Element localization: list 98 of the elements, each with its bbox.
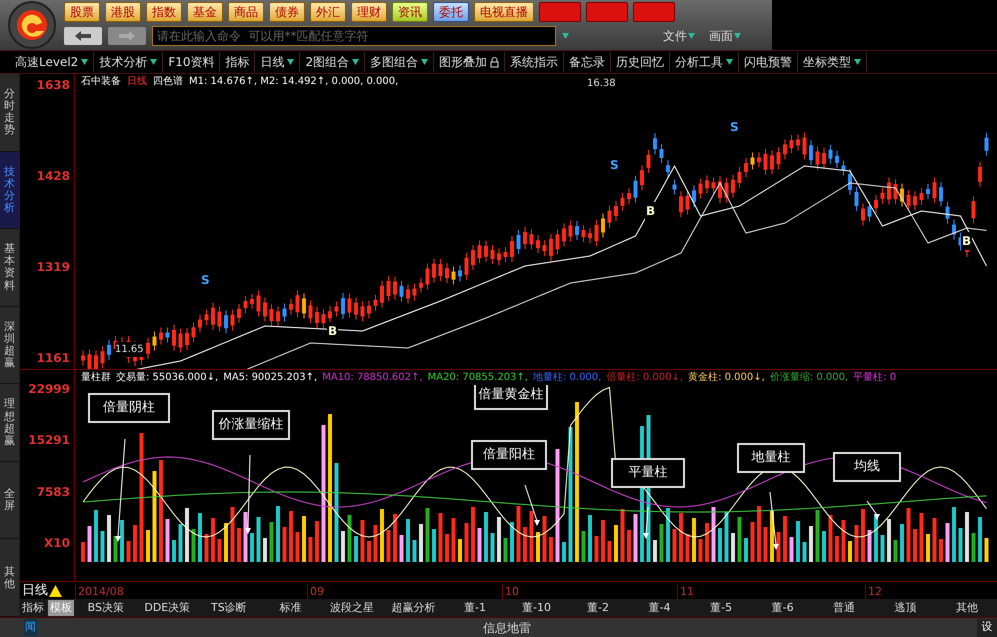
- indicator-tab[interactable]: TS诊断: [199, 600, 259, 616]
- toolbar-button[interactable]: 2图组合: [300, 52, 366, 72]
- price-axis-label: 1161: [36, 350, 70, 367]
- forward-arrow-icon: [119, 31, 135, 41]
- warning-triangle-icon: [49, 584, 62, 596]
- indicator-tab[interactable]: 普通: [814, 600, 874, 616]
- app-logo-icon[interactable]: [8, 1, 56, 49]
- news-button[interactable]: 闻: [24, 619, 37, 636]
- dropdown-arrow-icon: [734, 33, 741, 39]
- indicator-readout: 倍量柱: 0.000↓,: [606, 370, 684, 385]
- forward-button[interactable]: [108, 27, 146, 45]
- indicator-tab[interactable]: 指标: [20, 600, 46, 616]
- menu-button[interactable]: 资讯: [392, 2, 428, 22]
- menu-button[interactable]: 商品: [228, 2, 264, 22]
- signal-marker: B: [645, 202, 656, 220]
- status-text: 信息地雷: [482, 620, 532, 636]
- indicator-tab[interactable]: 超赢分析: [384, 600, 444, 616]
- price-axis-label: 1428: [36, 168, 70, 185]
- leader-line: [866, 500, 880, 520]
- indicator-readout: 日线: [127, 74, 147, 89]
- period-label: 日线: [22, 582, 48, 600]
- side-tab[interactable]: 深圳超赢: [0, 306, 19, 384]
- menu-button[interactable]: 港股: [105, 2, 141, 22]
- back-button[interactable]: [64, 27, 102, 45]
- command-input-field[interactable]: 请在此输入命令 可以用**匹配任意字符: [152, 26, 556, 46]
- price-label: 11.65: [115, 342, 144, 357]
- toolbar-button[interactable]: 分析工具: [670, 52, 740, 72]
- volume-axis-label: 22999: [28, 381, 70, 398]
- callout-label: 平量柱: [611, 458, 685, 488]
- indicator-readout: MA5: 90025.203↑,: [223, 371, 318, 385]
- dropdown-arrow-icon: [688, 33, 695, 39]
- toolbar-button[interactable]: 高速Level2: [10, 52, 94, 72]
- indicator-readout: MA10: 78850.602↑,: [322, 371, 423, 385]
- window-menu-button[interactable]: 画面: [709, 27, 741, 45]
- toolbar-button[interactable]: 历史回忆: [611, 52, 670, 72]
- indicator-readout: 石中装备: [81, 74, 121, 89]
- indicator-tab[interactable]: 逃顶: [876, 600, 936, 616]
- toolbar-button[interactable]: 系统指示: [505, 52, 564, 72]
- price-axis-label: 1638: [36, 77, 70, 94]
- menu-button[interactable]: 基金: [187, 2, 223, 22]
- indicator-readout: 四色谱: [153, 74, 183, 89]
- toolbar-button[interactable]: 日线: [255, 52, 300, 72]
- menu-button[interactable]: 电视直播: [474, 2, 534, 22]
- indicator-tab[interactable]: 标准: [260, 600, 320, 616]
- indicator-readout: M1: 14.676↑, M2: 14.492↑, 0.000, 0.000,: [189, 75, 398, 89]
- indicator-readout: 交易量: 55036.000↓,: [116, 370, 218, 385]
- indicator-tab[interactable]: 董-4: [630, 600, 690, 616]
- indicator-readout: 量柱群: [81, 370, 111, 385]
- leader-line: [643, 506, 649, 539]
- indicator-readout: 平量柱: 0: [853, 370, 896, 385]
- side-tab[interactable]: 理想超赢: [0, 384, 19, 462]
- shortcut-button[interactable]: [539, 2, 581, 22]
- menu-button[interactable]: 指数: [146, 2, 182, 22]
- indicator-tab[interactable]: 董-1: [445, 600, 505, 616]
- side-tab[interactable]: 全屏: [0, 462, 19, 540]
- indicator-tab[interactable]: 董-2: [568, 600, 628, 616]
- shortcut-button[interactable]: [633, 2, 675, 22]
- toolbar-button[interactable]: 多图组合: [365, 52, 434, 72]
- indicator-tab[interactable]: 董-10: [506, 600, 566, 616]
- signal-marker: B: [961, 232, 972, 250]
- indicator-tab[interactable]: BS决策: [76, 600, 136, 616]
- settings-button[interactable]: 设: [977, 618, 997, 636]
- indicator-readout: 价涨量缩: 0.000,: [770, 370, 848, 385]
- callout-label: 倍量阴柱: [88, 393, 170, 423]
- leader-line: [524, 484, 540, 526]
- window-menu-button[interactable]: 文件: [663, 27, 695, 45]
- side-tab[interactable]: 技术分析: [0, 152, 19, 230]
- menu-button[interactable]: 债券: [269, 2, 305, 22]
- menu-button[interactable]: 委托: [433, 2, 469, 22]
- toolbar-button[interactable]: 闪电预警: [739, 52, 798, 72]
- leader-line: [770, 492, 779, 550]
- callout-label: 倍量阳柱: [471, 440, 547, 470]
- price-axis-label: 1319: [36, 259, 70, 276]
- indicator-tab[interactable]: 董-5: [691, 600, 751, 616]
- menu-button[interactable]: 外汇: [310, 2, 346, 22]
- side-tab[interactable]: 基本资料: [0, 229, 19, 307]
- shortcut-button[interactable]: [586, 2, 628, 22]
- toolbar-button[interactable]: 技术分析: [94, 52, 164, 72]
- indicator-tab[interactable]: 其他: [937, 600, 997, 616]
- indicator-tab[interactable]: 波段之星: [322, 600, 382, 616]
- dropdown-arrow-icon: [562, 33, 569, 39]
- callout-label: 价涨量缩柱: [212, 410, 290, 440]
- menu-button[interactable]: 股票: [64, 2, 100, 22]
- indicator-tab[interactable]: DDE决策: [138, 600, 198, 616]
- toolbar-button[interactable]: 坐标类型: [798, 52, 868, 72]
- callout-label: 均线: [833, 452, 901, 482]
- toolbar-button[interactable]: 图形叠加: [434, 52, 506, 72]
- indicator-tab[interactable]: 董-6: [752, 600, 812, 616]
- callout-label: 地量柱: [737, 443, 805, 473]
- volume-axis-label: 7583: [36, 484, 70, 501]
- toolbar-button[interactable]: 指标: [220, 52, 256, 72]
- menu-button[interactable]: 理财: [351, 2, 387, 22]
- indicator-readout: 黄金柱: 0.000↓,: [688, 370, 765, 385]
- volume-axis-label: 15291: [28, 432, 70, 450]
- volume-axis-label: X10: [44, 534, 70, 552]
- toolbar-button[interactable]: F10资料: [163, 52, 220, 72]
- toolbar-button[interactable]: 备忘录: [564, 52, 612, 72]
- back-arrow-icon: [75, 31, 91, 41]
